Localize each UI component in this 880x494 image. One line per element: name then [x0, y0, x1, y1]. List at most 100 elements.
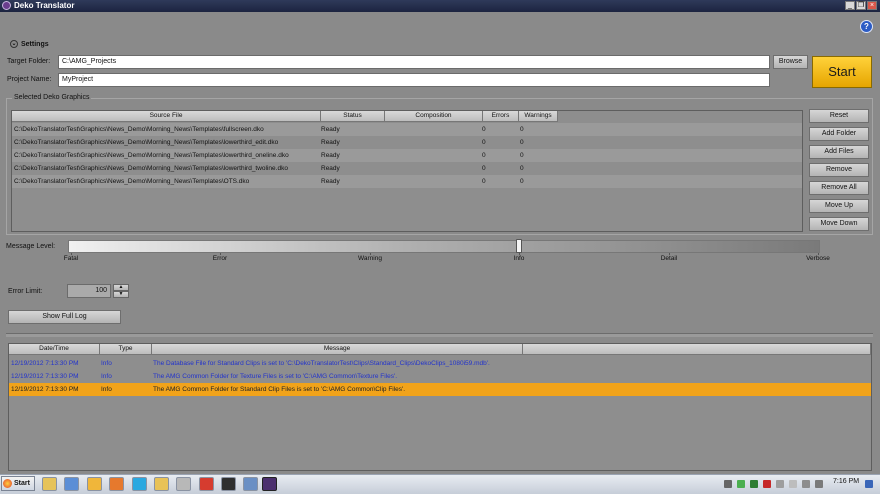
row-source-file: C:\DekoTranslatorTest\Graphics\News_Demo… [14, 165, 288, 172]
level-verbose: Verbose [806, 255, 830, 262]
column-header-errors[interactable]: Errors [483, 111, 519, 122]
error-limit-up-button[interactable]: ▲ [113, 284, 129, 291]
log-row-message: The AMG Common Folder for Texture Files … [153, 373, 398, 380]
move-up-button[interactable]: Move Up [809, 199, 869, 213]
log-row-type: Info [101, 360, 112, 367]
row-source-file: C:\DekoTranslatorTest\Graphics\News_Demo… [14, 139, 279, 146]
settings-toggle[interactable]: ⌄ Settings [10, 40, 49, 48]
chevron-down-icon: ⌄ [10, 40, 18, 48]
log-row[interactable]: 12/19/2012 7:13:30 PM Info The Database … [9, 357, 871, 370]
level-detail: Detail [660, 255, 678, 262]
window-title: Deko Translator [14, 1, 75, 10]
minimize-button[interactable]: _ [845, 1, 855, 10]
column-header-composition[interactable]: Composition [385, 111, 483, 122]
table-row[interactable]: C:\DekoTranslatorTest\Graphics\News_Demo… [12, 136, 802, 149]
log-row-selected[interactable]: 12/19/2012 7:13:30 PM Info The AMG Commo… [9, 383, 871, 396]
ftp-icon[interactable] [176, 477, 191, 491]
level-fatal: Fatal [63, 255, 79, 262]
folder-icon[interactable] [154, 477, 169, 491]
log-row-time: 12/19/2012 7:13:30 PM [11, 360, 79, 367]
selected-graphics-title: Selected Deko Graphics [12, 94, 92, 101]
remove-all-button[interactable]: Remove All [809, 181, 869, 195]
row-source-file: C:\DekoTranslatorTest\Graphics\News_Demo… [14, 178, 250, 185]
table-row[interactable]: C:\DekoTranslatorTest\Graphics\News_Demo… [12, 123, 802, 136]
acrobat-icon[interactable] [199, 477, 214, 491]
column-header-filler [523, 344, 871, 355]
table-row[interactable]: C:\DekoTranslatorTest\Graphics\News_Demo… [12, 149, 802, 162]
tray-icon[interactable] [737, 480, 745, 488]
reset-button[interactable]: Reset [809, 109, 869, 123]
show-desktop-icon[interactable] [865, 480, 873, 488]
row-warnings: 0 [520, 178, 524, 185]
row-warnings: 0 [520, 126, 524, 133]
column-header-warnings[interactable]: Warnings [519, 111, 558, 122]
log-row[interactable]: 12/19/2012 7:13:30 PM Info The AMG Commo… [9, 370, 871, 383]
row-errors: 0 [482, 178, 486, 185]
log-table[interactable]: Date/Time Type Message 12/19/2012 7:13:3… [8, 343, 872, 471]
message-level-label: Message Level: [6, 243, 56, 250]
help-icon[interactable]: ? [860, 20, 873, 33]
row-errors: 0 [482, 152, 486, 159]
message-level-slider[interactable] [68, 240, 820, 253]
table-row[interactable]: C:\DekoTranslatorTest\Graphics\News_Demo… [12, 162, 802, 175]
restore-button[interactable]: ❐ [856, 1, 866, 10]
row-warnings: 0 [520, 152, 524, 159]
level-error: Error [212, 255, 228, 262]
add-folder-button[interactable]: Add Folder [809, 127, 869, 141]
log-row-message: The Database File for Standard Clips is … [153, 360, 490, 367]
row-source-file: C:\DekoTranslatorTest\Graphics\News_Demo… [14, 126, 264, 133]
chrome-icon[interactable] [87, 477, 102, 491]
log-row-time: 12/19/2012 7:13:30 PM [11, 386, 79, 393]
move-down-button[interactable]: Move Down [809, 217, 869, 231]
tray-icon[interactable] [789, 480, 797, 488]
target-folder-input[interactable]: C:\AMG_Projects [58, 55, 770, 69]
project-name-input[interactable]: MyProject [58, 73, 770, 87]
log-row-message: The AMG Common Folder for Standard Clip … [153, 386, 406, 393]
terminal-icon[interactable] [221, 477, 236, 491]
tray-icon[interactable] [776, 480, 784, 488]
log-row-time: 12/19/2012 7:13:30 PM [11, 373, 79, 380]
log-row-type: Info [101, 386, 112, 393]
column-header-source-file[interactable]: Source File [12, 111, 321, 122]
tray-icon[interactable] [724, 480, 732, 488]
row-source-file: C:\DekoTranslatorTest\Graphics\News_Demo… [14, 152, 289, 159]
row-status: Ready [321, 139, 340, 146]
word-icon[interactable] [64, 477, 79, 491]
project-name-label: Project Name: [7, 76, 52, 83]
deko-icon[interactable] [262, 477, 277, 491]
table-row[interactable]: C:\DekoTranslatorTest\Graphics\News_Demo… [12, 175, 802, 188]
error-limit-down-button[interactable]: ▼ [113, 291, 129, 298]
error-limit-input[interactable]: 100 [67, 284, 111, 298]
close-button[interactable]: × [867, 1, 877, 10]
volume-icon[interactable] [802, 480, 810, 488]
taskbar-clock[interactable]: 7:16 PM [833, 478, 859, 485]
level-warning: Warning [358, 255, 382, 262]
column-header-date-time[interactable]: Date/Time [9, 344, 100, 355]
target-folder-label: Target Folder: [7, 58, 51, 65]
splitter[interactable] [6, 333, 873, 337]
add-files-button[interactable]: Add Files [809, 145, 869, 159]
tray-icon[interactable] [763, 480, 771, 488]
message-level-slider-thumb[interactable] [516, 239, 522, 253]
tray-icon[interactable] [750, 480, 758, 488]
column-header-status[interactable]: Status [321, 111, 385, 122]
column-header-type[interactable]: Type [100, 344, 152, 355]
skype-icon[interactable] [132, 477, 147, 491]
start-button[interactable]: Start [812, 56, 872, 88]
row-errors: 0 [482, 139, 486, 146]
remove-button[interactable]: Remove [809, 163, 869, 177]
row-status: Ready [321, 165, 340, 172]
network-icon[interactable] [815, 480, 823, 488]
remote-icon[interactable] [243, 477, 258, 491]
firefox-icon[interactable] [109, 477, 124, 491]
level-info: Info [513, 255, 525, 262]
explorer-icon[interactable] [42, 477, 57, 491]
source-file-table[interactable]: Source File Status Composition Errors Wa… [11, 110, 803, 232]
show-full-log-button[interactable]: Show Full Log [8, 310, 121, 324]
row-status: Ready [321, 126, 340, 133]
app-icon [2, 1, 11, 10]
row-errors: 0 [482, 165, 486, 172]
browse-button[interactable]: Browse [773, 55, 808, 69]
column-header-message[interactable]: Message [152, 344, 523, 355]
row-status: Ready [321, 152, 340, 159]
